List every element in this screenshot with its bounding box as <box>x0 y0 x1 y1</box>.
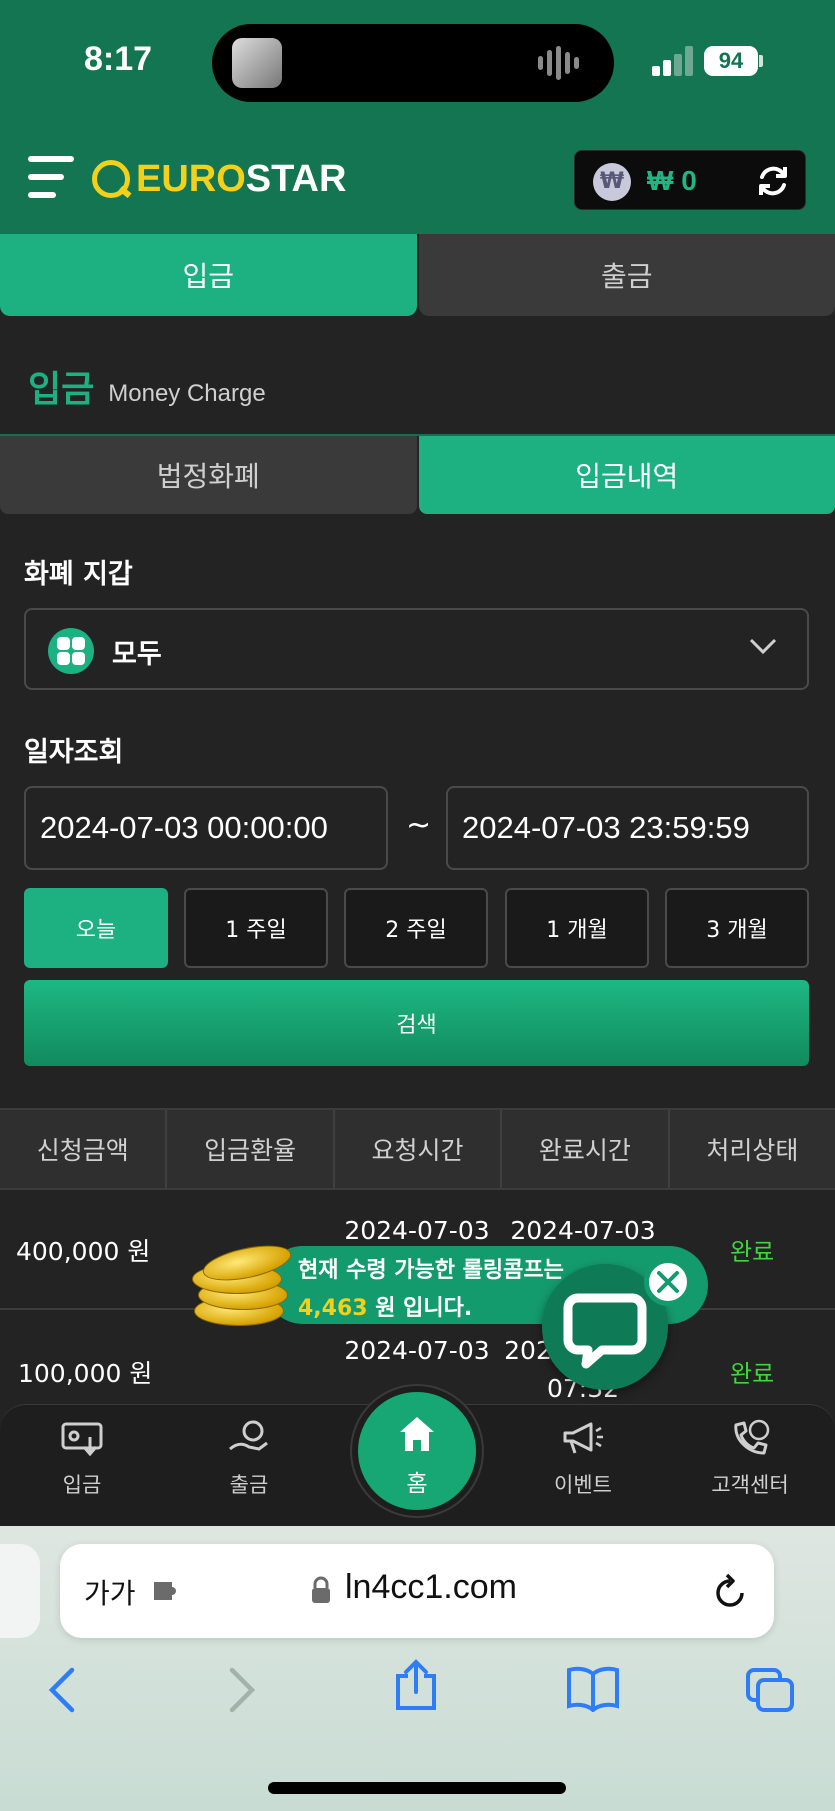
home-icon <box>400 1417 434 1451</box>
logo-text-euro: EURO <box>136 157 246 200</box>
battery-tip <box>759 55 763 67</box>
tab-deposit[interactable]: 입금 <box>0 234 417 316</box>
range-today-button[interactable]: 오늘 <box>24 888 168 968</box>
nav-withdraw[interactable]: 출금 <box>189 1419 309 1499</box>
logo-mark-icon <box>92 160 130 198</box>
close-comp-button[interactable] <box>644 1258 692 1306</box>
nav-event-label: 이벤트 <box>554 1473 612 1497</box>
signal-icon <box>652 46 694 76</box>
page-title-kr: 입금 <box>28 369 95 410</box>
grid-icon <box>48 628 94 674</box>
battery-indicator: 94 <box>704 46 758 76</box>
share-icon[interactable] <box>392 1658 440 1712</box>
rolling-comp-text: 현재 수령 가능한 롤링콤프는 <box>298 1258 564 1283</box>
dynamic-island <box>212 24 614 102</box>
row-request-time: 2024-07-03 <box>344 1336 490 1365</box>
col-amount: 신청금액 <box>0 1110 168 1188</box>
gold-coins-icon <box>190 1238 295 1330</box>
wallet-select[interactable]: 모두 <box>24 608 809 690</box>
row-complete-time: 2024-07-03 <box>510 1216 656 1245</box>
home-indicator <box>268 1782 566 1794</box>
col-rate: 입금환율 <box>167 1110 335 1188</box>
refresh-icon[interactable] <box>755 163 791 199</box>
won-coin-icon: ₩ <box>593 163 631 201</box>
date-separator: ~ <box>406 808 432 843</box>
col-request-time: 요청시간 <box>335 1110 503 1188</box>
rolling-comp-text-2: 4,463 원 입니다. <box>298 1290 472 1322</box>
main-tabs: 입금 출금 <box>0 234 835 316</box>
row-amount: 400,000 원 <box>16 1237 151 1266</box>
nav-support[interactable]: 고객센터 <box>690 1419 810 1499</box>
chevron-down-icon <box>749 638 777 655</box>
wallet-balance: ₩ ₩ 0 <box>574 150 806 210</box>
page-title: 입금 Money Charge <box>28 360 266 412</box>
wallet-amount: ₩ 0 <box>647 165 697 196</box>
search-button[interactable]: 검색 <box>24 980 809 1066</box>
history-table-header: 신청금액 입금환율 요청시간 완료시간 처리상태 <box>0 1108 835 1190</box>
row-request-time: 2024-07-03 <box>344 1216 490 1245</box>
page-title-en: Money Charge <box>108 380 266 407</box>
reload-icon[interactable] <box>712 1572 748 1610</box>
wallet-filter-label: 화폐 지갑 <box>24 559 133 590</box>
tab-fiat[interactable]: 법정화폐 <box>0 436 417 514</box>
col-status: 처리상태 <box>706 1136 799 1165</box>
row-status: 완료 <box>730 1360 775 1388</box>
nav-event[interactable]: 이벤트 <box>523 1419 643 1499</box>
col-complete-time: 완료시간 <box>502 1110 670 1188</box>
rolling-comp-amount: 4,463 <box>298 1296 368 1321</box>
rolling-comp-suffix: 원 입니다. <box>375 1296 473 1321</box>
tabs-icon[interactable] <box>744 1666 796 1714</box>
nav-deposit[interactable]: 입금 <box>22 1419 142 1499</box>
range-1month-button[interactable]: 1 개월 <box>505 888 649 968</box>
logo-text-star: STAR <box>245 157 347 200</box>
url-text: ln4cc1.com <box>345 1568 517 1606</box>
withdraw-icon <box>229 1420 268 1451</box>
nav-support-label: 고객센터 <box>711 1473 789 1497</box>
support-24-icon <box>734 1419 770 1455</box>
date-query-label: 일자조회 <box>24 737 124 768</box>
status-time: 8:17 <box>84 40 153 78</box>
range-1week-button[interactable]: 1 주일 <box>184 888 328 968</box>
back-icon[interactable] <box>44 1666 80 1714</box>
reader-settings-button[interactable]: 가가 <box>84 1572 136 1612</box>
row-amount: 100,000 원 <box>18 1359 153 1388</box>
range-2week-button[interactable]: 2 주일 <box>344 888 488 968</box>
forward-icon[interactable] <box>224 1666 260 1714</box>
date-to-input[interactable]: 2024-07-03 23:59:59 <box>446 786 809 870</box>
address-bar[interactable]: 가가 ln4cc1.com <box>60 1544 774 1638</box>
nav-withdraw-label: 출금 <box>229 1473 269 1497</box>
date-from-input[interactable]: 2024-07-03 00:00:00 <box>24 786 388 870</box>
lock-icon <box>312 1576 330 1603</box>
audio-wave-icon <box>538 46 590 80</box>
eurostar-logo[interactable]: EURO STAR <box>92 154 346 204</box>
tab-deposit-history[interactable]: 입금내역 <box>418 436 835 514</box>
range-3month-button[interactable]: 3 개월 <box>665 888 809 968</box>
row-status: 완료 <box>730 1238 775 1266</box>
now-playing-thumbnail <box>232 38 282 88</box>
wallet-select-value: 모두 <box>112 639 162 670</box>
nav-home[interactable]: 홈 <box>352 1386 482 1516</box>
tab-withdraw[interactable]: 출금 <box>418 234 835 316</box>
deposit-icon <box>61 1422 103 1457</box>
extension-icon[interactable] <box>150 1576 186 1606</box>
megaphone-icon <box>563 1422 603 1454</box>
previous-tab[interactable] <box>0 1544 40 1638</box>
hamburger-menu-icon[interactable] <box>28 156 76 200</box>
nav-home-label: 홈 <box>406 1471 428 1497</box>
bookmarks-icon[interactable] <box>566 1666 620 1712</box>
close-icon <box>657 1271 679 1293</box>
nav-deposit-label: 입금 <box>62 1473 102 1497</box>
sub-tabs: 법정화폐 입금내역 <box>0 434 835 514</box>
